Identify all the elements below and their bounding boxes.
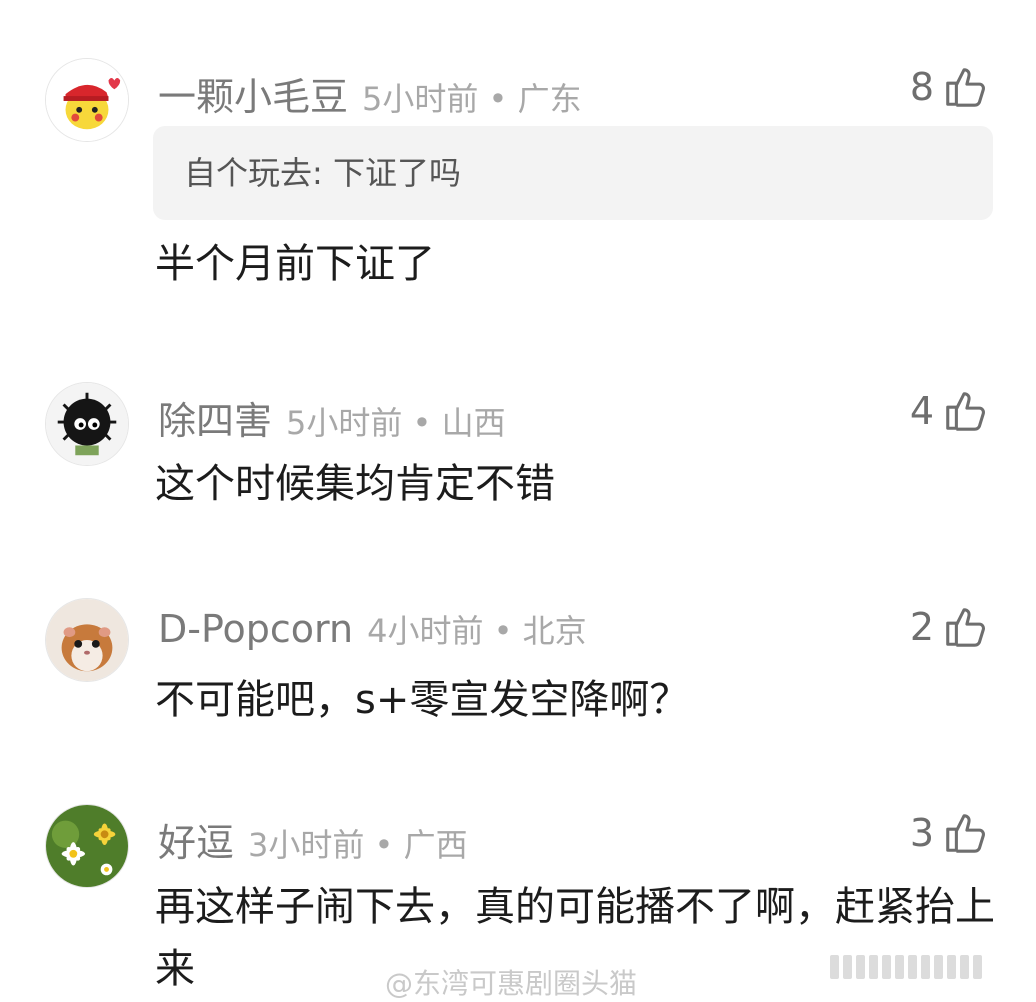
bar-mark	[869, 955, 878, 979]
daisy-avatar-icon	[46, 805, 128, 887]
comment-text: 半个月前下证了	[155, 241, 435, 287]
like-count: 3	[909, 811, 934, 855]
comment-text: 不可能吧，s+零宣发空降啊？	[155, 677, 690, 723]
bar-mark	[908, 955, 917, 979]
like-button[interactable]: 8	[910, 64, 988, 110]
user-avatar[interactable]	[45, 58, 129, 142]
bar-mark	[830, 955, 839, 979]
thumbs-up-icon	[946, 608, 985, 647]
watermark-bars	[830, 955, 982, 979]
bar-mark	[895, 955, 904, 979]
user-name[interactable]: D-Popcorn	[158, 607, 353, 651]
comment-meta: 一颗小毛豆 5小时前 • 广东	[158, 66, 582, 121]
like-count: 4	[909, 389, 934, 433]
time-location: 5小时前 • 广东	[362, 80, 582, 118]
hamster-avatar-icon	[46, 599, 128, 681]
comment-meta: 除四害 5小时前 • 山西	[158, 390, 506, 445]
bar-mark	[960, 955, 969, 979]
reply-quote[interactable]: 自个玩去: 下证了吗	[153, 126, 993, 220]
time-location: 3小时前 • 广西	[248, 826, 468, 864]
bar-mark	[856, 955, 865, 979]
bar-mark	[921, 955, 930, 979]
like-button[interactable]: 3	[910, 810, 988, 856]
comment-meta: 好逗 3小时前 • 广西	[158, 812, 468, 867]
user-avatar[interactable]	[45, 598, 129, 682]
like-count: 8	[909, 65, 934, 109]
user-avatar[interactable]	[45, 804, 129, 888]
like-count: 2	[909, 605, 934, 649]
time-location: 5小时前 • 山西	[286, 404, 506, 442]
user-name[interactable]: 好逗	[158, 821, 234, 865]
bar-mark	[947, 955, 956, 979]
like-button[interactable]: 2	[910, 604, 988, 650]
thumbs-up-icon	[946, 814, 985, 853]
bar-mark	[934, 955, 943, 979]
pikachu-avatar-icon	[46, 59, 128, 141]
user-avatar[interactable]	[45, 382, 129, 466]
thumbs-up-icon	[946, 68, 985, 107]
user-name[interactable]: 一颗小毛豆	[158, 75, 348, 119]
thumbs-up-icon	[946, 392, 985, 431]
like-button[interactable]: 4	[910, 388, 988, 434]
bar-mark	[843, 955, 852, 979]
comment-text: 这个时候集均肯定不错	[155, 461, 555, 507]
watermark: @东湾可惠剧圈头猫	[385, 967, 638, 1000]
time-location: 4小时前 • 北京	[367, 612, 587, 650]
comment-meta: D-Popcorn 4小时前 • 北京	[158, 606, 587, 652]
user-name[interactable]: 除四害	[158, 399, 272, 443]
soot-sprite-avatar-icon	[46, 383, 128, 465]
bar-mark	[973, 955, 982, 979]
bar-mark	[882, 955, 891, 979]
